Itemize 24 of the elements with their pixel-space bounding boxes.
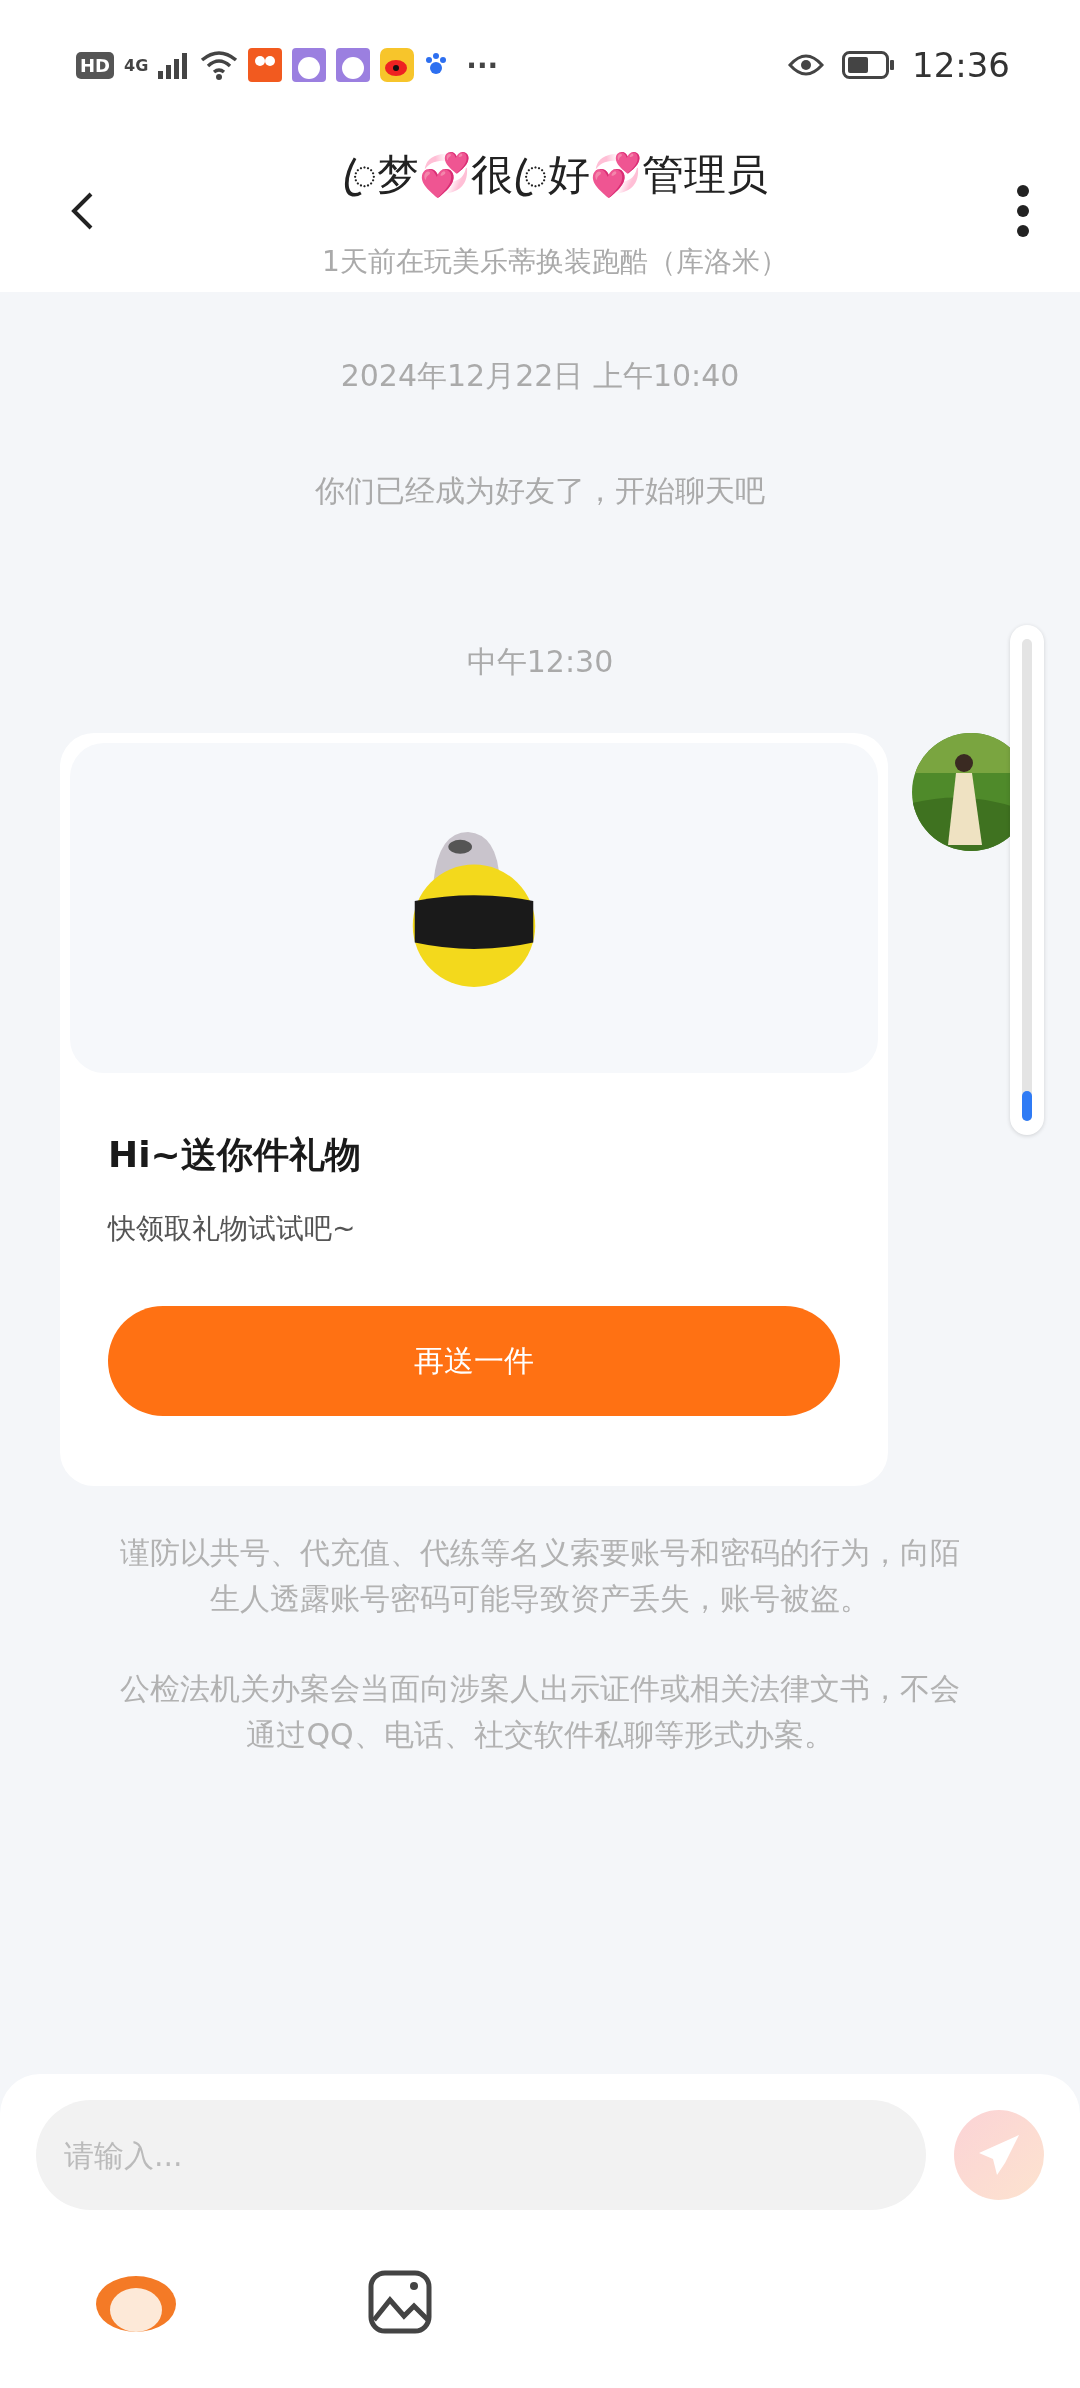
network-type: 4G <box>124 55 149 75</box>
activity-status: 1天前在玩美乐蒂换装跑酷（库洛米） <box>322 243 788 280</box>
safety-warning: 谨防以共号、代充值、代练等名义索要账号和密码的行为，向陌生人透露账号密码可能导致资产丢失，账号被盗。 <box>119 1534 961 1618</box>
chat-title: ꦿ梦💞很ꦿ好💞管理员 <box>342 148 768 201</box>
gift-description: 快领取礼物试试吧~ <box>108 1211 356 1247</box>
clock: 12:36 <box>912 45 1010 85</box>
back-button[interactable] <box>70 191 94 231</box>
wifi-icon <box>200 50 239 80</box>
safety-warning: 公检法机关办案会当面向涉案人出示证件或相关法律文书，不会通过QQ、电话、社交软件私聊等形式办案。 <box>119 1670 961 1754</box>
timestamp: 2024年12月22日 上午10:40 <box>340 357 740 395</box>
gift-title: Hi~送你件礼物 <box>108 1133 361 1177</box>
send-icon <box>977 2133 1021 2177</box>
timestamp: 中午12:30 <box>466 643 614 681</box>
more-button[interactable] <box>1016 184 1030 238</box>
image-icon[interactable] <box>368 2270 432 2334</box>
eye-app-icon <box>380 48 415 82</box>
hd-indicator: HD <box>76 51 114 79</box>
battery-icon <box>842 51 894 79</box>
more-notifications: ··· <box>466 48 499 82</box>
scrollbar[interactable] <box>1010 625 1044 1135</box>
app-notification-icon <box>248 48 283 82</box>
eye-icon <box>788 53 824 77</box>
system-notice: 你们已经成为好友了，开始聊天吧 <box>315 472 765 510</box>
send-another-button[interactable]: 再送一件 <box>108 1306 840 1416</box>
